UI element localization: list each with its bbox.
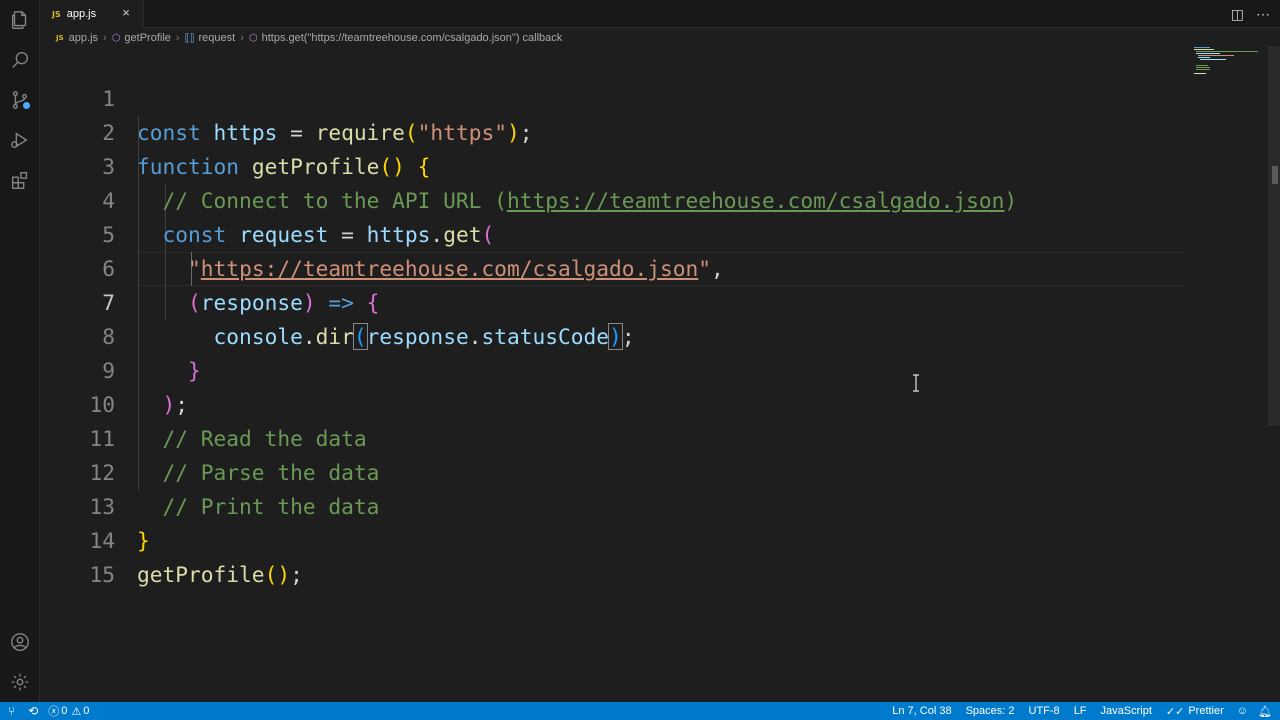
cursor-position[interactable]: Ln 7, Col 38 <box>885 702 958 720</box>
close-icon[interactable]: × <box>119 6 133 20</box>
language-mode[interactable]: JavaScript <box>1094 702 1159 720</box>
extensions-icon[interactable] <box>8 168 32 192</box>
symbol-method-icon: ⬡ <box>111 32 121 44</box>
search-icon[interactable] <box>8 48 32 72</box>
settings-gear-icon[interactable] <box>8 670 32 694</box>
code-line: 14 getProfile(); <box>40 490 1185 587</box>
code-line: 6 (response) => { <box>40 218 1185 315</box>
chevron-right-icon: › <box>175 32 180 44</box>
chevron-right-icon: › <box>103 32 107 44</box>
source-control-icon[interactable] <box>8 88 32 112</box>
vertical-scrollbar[interactable] <box>1268 46 1280 426</box>
scrollbar-thumb[interactable] <box>1272 166 1278 184</box>
text-cursor-icon <box>913 374 919 392</box>
run-debug-icon[interactable] <box>8 128 32 152</box>
code-line: 1 const https = require("https"); <box>40 48 1185 145</box>
breadcrumb-item-callback[interactable]: https.get("https://teamtreehouse.com/csa… <box>262 32 563 44</box>
encoding[interactable]: UTF-8 <box>1022 702 1067 720</box>
javascript-file-icon: JS <box>52 9 61 19</box>
code-editor[interactable]: 1 const https = require("https"); 2 func… <box>40 48 1268 702</box>
error-icon: ⓧ <box>48 706 60 718</box>
sync-badge-icon <box>21 100 32 111</box>
code-line: 3 // Connect to the API URL (https://tea… <box>40 116 1185 213</box>
line-number: 15 <box>89 562 115 587</box>
prettier-status[interactable]: ✓✓ Prettier <box>1159 702 1231 720</box>
chevron-right-icon: › <box>240 32 244 44</box>
notifications-bell-icon[interactable]: 🔔︎ <box>1254 702 1280 720</box>
code-line: 13 } <box>40 456 1185 553</box>
remote-indicator-icon[interactable]: ⑂ <box>0 702 23 720</box>
more-actions-icon[interactable]: ⋯ <box>1256 6 1270 22</box>
split-editor-icon[interactable]: ◫ <box>1231 6 1244 22</box>
status-bar: ⑂ ⟲ ⓧ 0 ⚠ 0 Ln 7, Col 38 Spaces: 2 UTF-8 L… <box>0 702 1280 720</box>
javascript-file-icon: JS <box>56 34 64 42</box>
code-line: 11 // Parse the data <box>40 388 1185 485</box>
code-line: 15 <box>40 524 1185 587</box>
warning-icon: ⚠ <box>71 705 82 718</box>
code-line: 4 const request = https.get( <box>40 150 1185 247</box>
breadcrumb-file[interactable]: app.js <box>69 32 98 44</box>
tab-bar: JS app.js × ◫ ⋯ <box>40 0 1280 28</box>
tab-label: app.js <box>66 8 97 20</box>
code-line: 10 // Read the data <box>40 354 1185 451</box>
live-share-icon[interactable]: ⟲ <box>23 702 43 720</box>
problems-indicator[interactable]: ⓧ 0 ⚠ 0 <box>43 702 94 720</box>
code-line: 5 "https://teamtreehouse.com/csalgado.js… <box>40 184 1185 281</box>
status-bar-right: Ln 7, Col 38 Spaces: 2 UTF-8 LF JavaScri… <box>885 702 1280 720</box>
breadcrumb-item-getprofile[interactable]: getProfile <box>124 32 170 44</box>
code-line: 2 function getProfile() { <box>40 82 1185 179</box>
symbol-variable-icon: ⟦⟧ <box>184 32 195 44</box>
editor-actions: ◫ ⋯ <box>1231 6 1270 22</box>
code-line-current: 7 console.dir(response.statusCode); <box>40 252 1185 350</box>
explorer-icon[interactable] <box>8 8 32 32</box>
code-text: getProfile(); <box>137 562 303 587</box>
code-line: 12 // Print the data <box>40 422 1185 519</box>
double-check-icon: ✓✓ <box>1165 705 1185 718</box>
end-of-line[interactable]: LF <box>1067 702 1094 720</box>
tab-app-js[interactable]: JS app.js × <box>40 0 144 28</box>
breadcrumb: JS app.js › ⬡ getProfile › ⟦⟧ request › … <box>40 28 1190 48</box>
account-icon[interactable] <box>8 630 32 654</box>
minimap[interactable] <box>1192 46 1268 76</box>
symbol-method-icon: ⬡ <box>248 32 258 44</box>
breadcrumb-item-request[interactable]: request <box>198 32 235 44</box>
feedback-icon[interactable]: ☺ <box>1231 702 1254 720</box>
indentation[interactable]: Spaces: 2 <box>959 702 1022 720</box>
code-line: 8 } <box>40 286 1185 383</box>
code-line: 9 ); <box>40 320 1185 417</box>
activity-bar <box>0 0 40 702</box>
